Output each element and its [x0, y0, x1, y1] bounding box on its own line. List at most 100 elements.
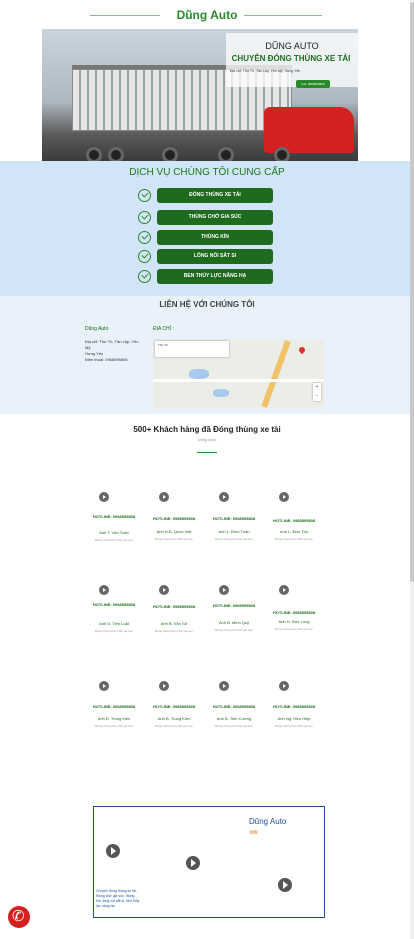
play-icon[interactable]: [219, 681, 229, 691]
map-label: ĐỊA CHỈ :: [153, 326, 174, 332]
customer-name: Anh B. Tiến Cường: [216, 716, 252, 721]
map-water: [189, 369, 209, 379]
customer-hotline[interactable]: HOTLINE: 0968595808: [144, 604, 204, 609]
check-circle-icon: [138, 189, 151, 202]
phone-call-icon[interactable]: [8, 906, 30, 928]
customer-name: Anh L. Đình Tuấn: [218, 529, 250, 534]
customer-name: Anh B. Trung Kiên: [157, 716, 191, 721]
play-icon[interactable]: [159, 681, 169, 691]
site-header: Dũng Auto: [0, 0, 414, 30]
customer-hotline[interactable]: HOTLINE: 0968595808: [84, 704, 144, 709]
play-icon[interactable]: [99, 492, 109, 502]
customers-subtitle: Dũng Auto: [197, 437, 217, 442]
customer-card[interactable]: HOTLINE: 0968595808 Anh L. Đình Tuấn Đóng …: [204, 492, 264, 572]
customer-desc: Đóng thùng bàn chở gia súc: [95, 724, 133, 728]
map-zoom-control[interactable]: + −: [313, 383, 321, 401]
customer-desc: Đóng thùng bàn chở gia súc: [275, 724, 313, 728]
customer-card[interactable]: HOTLINE: 0968595808 Anh N.Đ. Quốc Việt Đón…: [144, 492, 204, 572]
customer-hotline[interactable]: HOTLINE: 0968595808: [144, 704, 204, 709]
site-brand[interactable]: Dũng Auto: [0, 8, 414, 22]
customer-desc: Đóng thùng bàn chở gia súc: [215, 628, 253, 632]
map-water: [213, 389, 229, 397]
customer-hotline[interactable]: HOTLINE: 0968595808: [144, 516, 204, 521]
play-icon[interactable]: [279, 681, 289, 691]
play-icon[interactable]: [279, 492, 289, 502]
wave-icon: ≋≋: [249, 830, 258, 836]
bottom-video-box: Dũng Auto ≋≋ Chuyên đóng thùng xe tải, t…: [93, 806, 325, 918]
customer-desc: Đóng thùng bàn chở gia súc: [275, 537, 313, 541]
truck-cab: [264, 107, 354, 153]
customer-name: Anh N.Đ. Quốc Việt: [156, 529, 192, 534]
play-icon[interactable]: [99, 585, 109, 595]
contact-address-line: Địa chỉ: Thư Trì, Tân Lập, Yên Mỹ,: [85, 339, 139, 350]
customer-hotline[interactable]: HOTLINE: 0968595808: [204, 603, 264, 608]
play-icon[interactable]: [278, 878, 292, 892]
play-icon[interactable]: [219, 492, 229, 502]
customer-card[interactable]: HOTLINE: 0968595808 Anh L. Đức Thọ Đóng th…: [264, 492, 324, 572]
customer-hotline[interactable]: HOTLINE: 0968595808: [204, 516, 264, 521]
check-circle-icon: [138, 211, 151, 224]
service-item: THÙNG KÍN: [138, 230, 273, 245]
customer-name: Anh H. Đức Long: [278, 619, 310, 624]
customer-desc: Đóng thùng bàn chở gia súc: [275, 627, 313, 631]
customer-name: Anh L. Đức Thọ: [279, 529, 309, 534]
customer-hotline[interactable]: HOTLINE: 0968595808: [264, 610, 324, 615]
service-button[interactable]: LỒNG NỐI SẮT SI: [157, 249, 273, 264]
customer-name: Anh D. Tiến Luật: [99, 621, 129, 626]
service-button[interactable]: THÙNG CHỞ GIA SÚC: [157, 210, 273, 225]
map-place-card[interactable]: Thư Trì: [155, 341, 229, 357]
service-item: LỒNG NỐI SẮT SI: [138, 249, 273, 264]
customer-card[interactable]: HOTLINE: 0968595808 Anh B. Văn Sử Đóng thù…: [144, 585, 204, 665]
customer-desc: Đóng thùng bàn chở gia súc: [95, 629, 133, 633]
play-icon[interactable]: [219, 585, 229, 595]
contact-address: Địa chỉ: Thư Trì, Tân Lập, Yên Mỹ, Hưng …: [85, 339, 145, 363]
customer-desc: Đóng thùng bàn chở gia súc: [215, 537, 253, 541]
wheel-icon: [218, 147, 234, 161]
play-icon[interactable]: [159, 585, 169, 595]
service-button[interactable]: BEN THỦY LỰC NÂNG HẠ: [157, 269, 273, 284]
customer-card[interactable]: HOTLINE: 0968595808 Anh B. Trung Kiên Đóng…: [144, 681, 204, 761]
customer-hotline[interactable]: HOTLINE: 0968595808: [264, 518, 324, 523]
customer-card[interactable]: HOTLINE: 0968595808 Anh D. Tiến Luật Đóng …: [84, 585, 144, 665]
hero-call-button[interactable]: Gọi: 0968595808: [296, 80, 330, 88]
customer-card[interactable]: HOTLINE: 0968595808 Anh Ng. Hữu Hiệp Đóng …: [264, 681, 324, 761]
service-button[interactable]: THÙNG KÍN: [157, 230, 273, 245]
scrollbar-thumb[interactable]: [410, 2, 414, 582]
customer-card[interactable]: HOTLINE: 0968595808 Anh H. Đức Long Đóng t…: [264, 585, 324, 665]
play-icon[interactable]: [159, 492, 169, 502]
play-icon[interactable]: [99, 681, 109, 691]
google-map[interactable]: Thư Trì + −: [153, 339, 324, 409]
customer-name: Anh Ng. Hữu Hiệp: [277, 716, 311, 721]
play-icon[interactable]: [106, 844, 120, 858]
contact-phone[interactable]: Điện thoại: 0968595808: [85, 357, 145, 363]
check-circle-icon: [138, 270, 151, 283]
customer-name: Anh T. Văn Tuấn: [99, 530, 129, 535]
customer-hotline[interactable]: HOTLINE: 0968595808: [84, 514, 144, 519]
wheel-icon: [162, 147, 178, 161]
customer-hotline[interactable]: HOTLINE: 0968595808: [264, 704, 324, 709]
hero-banner: DŨNG AUTO CHUYÊN ĐÓNG THÙNG XE TẢI Địa c…: [42, 29, 358, 161]
service-button[interactable]: ĐÓNG THÙNG XE TẢI: [157, 188, 273, 203]
customer-card[interactable]: HOTLINE: 0968595808 Anh B. Tiến Cường Đóng…: [204, 681, 264, 761]
contact-section: LIÊN HỆ VỚI CHÚNG TÔI Dũng Auto Địa chỉ:…: [0, 296, 414, 414]
customer-hotline[interactable]: HOTLINE: 0968595808: [84, 602, 144, 607]
check-circle-icon: [138, 231, 151, 244]
customer-desc: Đóng thùng bàn chở gia súc: [215, 724, 253, 728]
customer-desc: Đóng thùng bàn chở gia súc: [155, 537, 193, 541]
check-circle-icon: [138, 250, 151, 263]
scrollbar[interactable]: [410, 0, 414, 939]
customer-name: Anh Đ. Trung Kiên: [97, 716, 131, 721]
map-pin-icon[interactable]: [297, 345, 307, 355]
contact-title: LIÊN HỆ VỚI CHÚNG TÔI: [159, 300, 255, 309]
customer-hotline[interactable]: HOTLINE: 0968595808: [204, 704, 264, 709]
contact-name: Dũng Auto: [85, 326, 109, 332]
zoom-out-button[interactable]: −: [313, 392, 321, 401]
customer-name: Anh B. Văn Sử: [160, 621, 188, 626]
play-icon[interactable]: [186, 856, 200, 870]
zoom-in-button[interactable]: +: [313, 383, 321, 392]
customer-card[interactable]: HOTLINE: 0968595808 Anh B. Minh Quý Đóng t…: [204, 585, 264, 665]
play-icon[interactable]: [279, 585, 289, 595]
customer-card[interactable]: HOTLINE: 0968595808 Anh T. Văn Tuấn Đóng t…: [84, 492, 144, 572]
service-item: BEN THỦY LỰC NÂNG HẠ: [138, 269, 273, 284]
customer-card[interactable]: HOTLINE: 0968595808 Anh Đ. Trung Kiên Đóng…: [84, 681, 144, 761]
